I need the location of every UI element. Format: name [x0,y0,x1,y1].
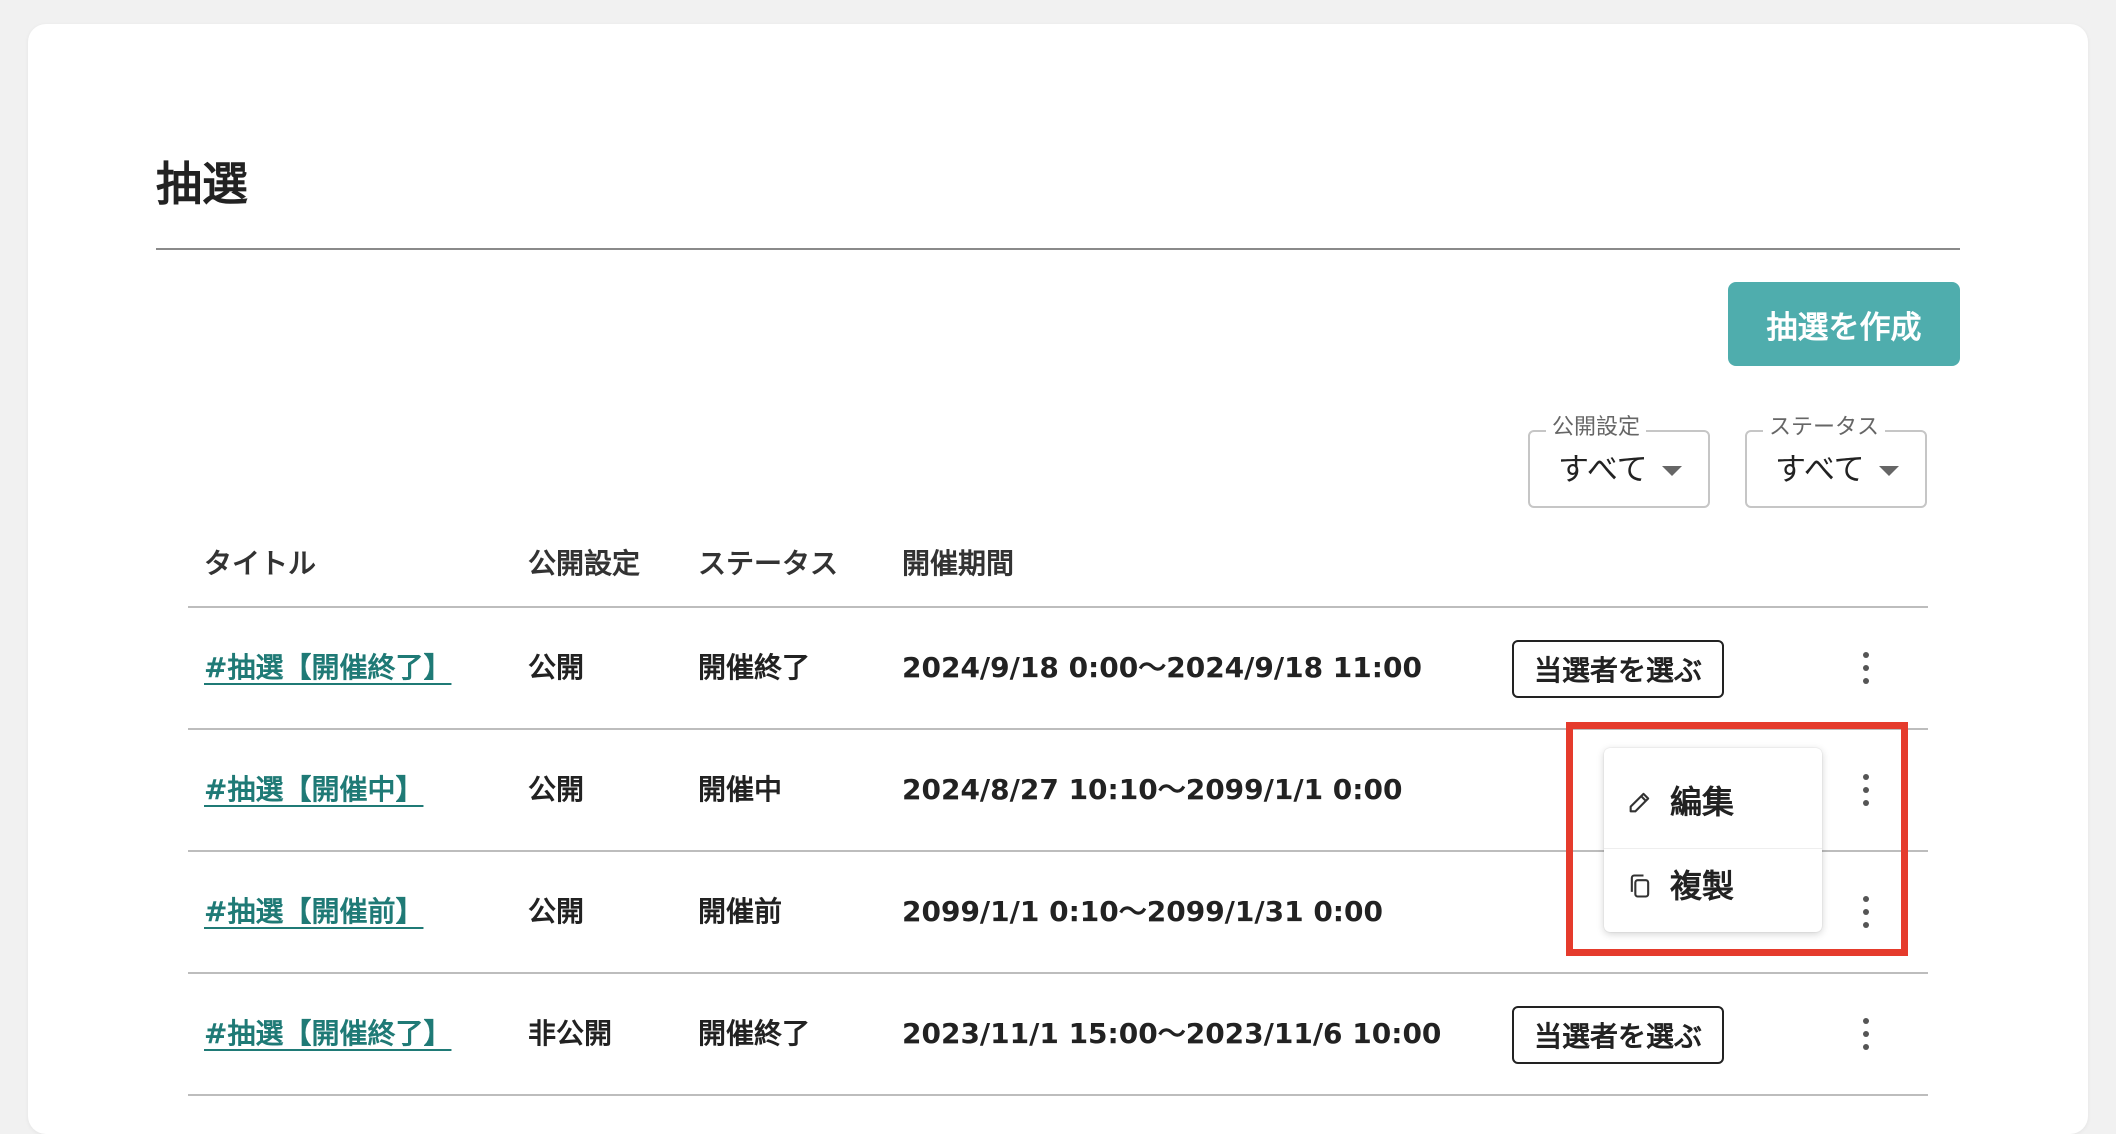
title-divider [156,248,1960,250]
visibility-cell: 公開 [528,773,585,806]
status-cell: 開催終了 [698,651,811,684]
visibility-filter-value: すべて [1558,452,1648,488]
status-filter-value: すべて [1775,452,1865,488]
status-cell: 開催前 [698,895,783,928]
more-options-icon[interactable] [1848,1008,1884,1060]
dropdown-caret-icon [1662,466,1682,476]
status-filter-label: ステータス [1763,413,1886,443]
status-filter-select[interactable]: ステータス すべて [1745,413,1927,508]
column-header-title: タイトル [204,547,317,580]
create-lottery-button[interactable]: 抽選を作成 [1728,282,1960,366]
period-cell: 2024/9/18 0:00〜2024/9/18 11:00 [902,651,1422,684]
column-header-period: 開催期間 [902,547,1015,580]
table-divider [188,1094,1928,1096]
column-header-status: ステータス [698,547,839,580]
period-cell: 2024/8/27 10:10〜2099/1/1 0:00 [902,773,1403,806]
lottery-title-link[interactable]: #抽選【開催終了】 [204,1016,451,1052]
table-row: #抽選【開催終了】 公開 開催終了 2024/9/18 0:00〜2024/9/… [0,608,2116,728]
column-header-visibility: 公開設定 [528,547,641,580]
table-row: #抽選【開催終了】 非公開 開催終了 2023/11/1 15:00〜2023/… [0,974,2116,1094]
lottery-title-link[interactable]: #抽選【開催終了】 [204,650,451,686]
choose-winner-button[interactable]: 当選者を選ぶ [1512,1006,1724,1064]
status-cell: 開催終了 [698,1017,811,1050]
visibility-cell: 公開 [528,651,585,684]
choose-winner-button[interactable]: 当選者を選ぶ [1512,640,1724,698]
period-cell: 2099/1/1 0:10〜2099/1/31 0:00 [902,895,1383,928]
visibility-filter-select[interactable]: 公開設定 すべて [1528,413,1710,508]
annotation-highlight-box [1566,722,1908,956]
visibility-cell: 公開 [528,895,585,928]
visibility-filter-label: 公開設定 [1546,413,1647,443]
lottery-title-link[interactable]: #抽選【開催中】 [204,772,423,808]
visibility-cell: 非公開 [528,1017,613,1050]
dropdown-caret-icon [1879,466,1899,476]
status-cell: 開催中 [698,773,783,806]
page-title: 抽選 [156,157,248,211]
period-cell: 2023/11/1 15:00〜2023/11/6 10:00 [902,1017,1442,1050]
more-options-icon[interactable] [1848,642,1884,694]
lottery-title-link[interactable]: #抽選【開催前】 [204,894,423,930]
